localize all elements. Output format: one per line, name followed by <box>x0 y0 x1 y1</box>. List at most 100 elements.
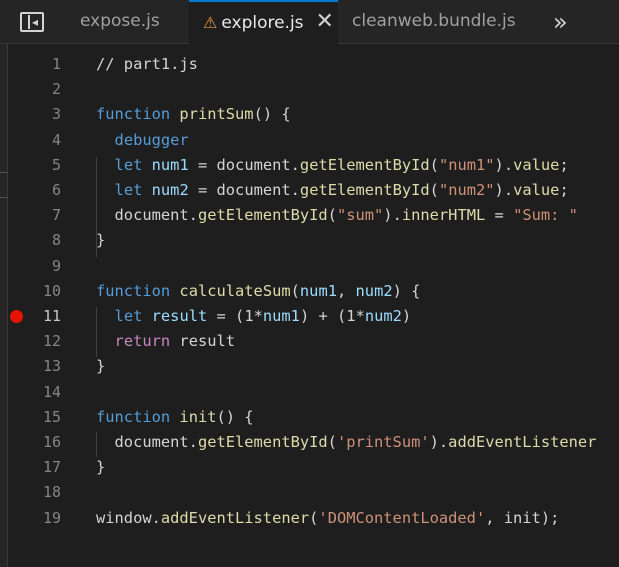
code-line: function init() { <box>96 405 254 430</box>
code-token: ) + (1* <box>299 307 365 325</box>
code-token: , <box>336 281 356 300</box>
line-number: 10 <box>42 281 61 300</box>
toggle-arrow: ◂ <box>32 15 39 29</box>
code-token: getElementById <box>197 433 328 451</box>
code-token: innerHTML <box>401 206 486 225</box>
tab-label: cleanweb.bundle.js <box>352 11 516 31</box>
code-token: function <box>96 407 171 426</box>
code-token: ( <box>327 433 337 451</box>
line-number: 14 <box>42 382 61 401</box>
code-token: ( <box>429 181 439 199</box>
code-line: function printSum() { <box>96 102 291 127</box>
tab-bar: ◂ expose.js ⚠ explore.js ✕ cleanweb.bundle… <box>0 0 619 44</box>
code-token: ; <box>559 181 569 199</box>
line-number: 2 <box>51 80 61 99</box>
code-token: ). <box>494 155 514 174</box>
tab-explore-js[interactable]: ⚠ explore.js ✕ <box>189 0 338 44</box>
tab-label: explore.js <box>221 13 304 33</box>
line-number: 4 <box>51 130 61 149</box>
code-token: ( <box>327 206 337 225</box>
line-number: 8 <box>51 231 61 250</box>
code-token: num1 <box>151 155 189 174</box>
line-number: 9 <box>51 256 61 275</box>
code-token: "num2" <box>438 181 495 199</box>
code-token: = <box>485 206 514 225</box>
code-token: 'printSum' <box>336 433 430 451</box>
code-token: ( <box>290 281 300 300</box>
code-token: function <box>96 105 171 124</box>
code-line: document.getElementById("sum").innerHTML… <box>96 203 578 228</box>
line-number-gutter[interactable]: 1 2 3 4 5 6 7 8 9 10 11 12 13 14 15 16 17 18 19 <box>8 44 86 567</box>
code-token: function <box>96 281 171 300</box>
code-line: document.getElementById('printSum').addE… <box>96 430 597 455</box>
code-line: debugger <box>96 128 189 153</box>
tab-label: expose.js <box>80 11 160 31</box>
code-token: result <box>151 307 208 325</box>
code-token: num2 <box>364 307 402 325</box>
code-token: () { <box>216 407 254 426</box>
code-token: "Sum: " <box>513 206 578 225</box>
code-line: let num2 = document.getElementById("num2… <box>96 178 569 203</box>
breakpoint-dot[interactable] <box>10 310 23 323</box>
line-number: 11 <box>42 307 61 325</box>
code-token: } <box>96 458 106 477</box>
close-icon[interactable]: ✕ <box>316 9 334 34</box>
code-token: "sum" <box>336 206 384 225</box>
code-token: 'DOMContentLoaded' <box>318 508 486 527</box>
code-line: function calculateSum(num1, num2) { <box>96 279 420 304</box>
code-token: getElementById <box>299 155 430 174</box>
code-token: printSum <box>179 105 254 124</box>
line-number: 5 <box>51 155 61 174</box>
code-token: addEventListener <box>160 508 310 527</box>
tab-expose-js[interactable]: expose.js <box>64 0 186 43</box>
code-line: } <box>96 455 105 480</box>
code-token: = (1* <box>207 307 263 325</box>
line-number: 6 <box>51 181 61 199</box>
code-token: num1 <box>299 281 337 300</box>
code-line: let num1 = document.getElementById("num1… <box>96 153 569 178</box>
code-token: } <box>96 357 106 376</box>
code-token: () { <box>253 105 291 124</box>
code-token: let <box>114 181 143 199</box>
code-token: ). <box>383 206 402 225</box>
line-number: 7 <box>51 206 61 225</box>
code-line: } <box>96 354 105 379</box>
code-line: return result <box>96 329 235 354</box>
code-token: num2 <box>355 281 393 300</box>
line-number: 19 <box>42 508 61 527</box>
code-token: addEventListener <box>448 433 597 451</box>
chevron-double-right-icon[interactable]: » <box>553 8 568 36</box>
toggle-bar <box>28 15 30 29</box>
panel-fragment: l <box>0 230 1 246</box>
code-line: } <box>96 228 105 253</box>
warning-triangle-icon: ⚠ <box>203 13 218 32</box>
panel-divider <box>0 197 7 198</box>
line-number: 18 <box>42 483 61 502</box>
code-token: let <box>114 155 143 174</box>
code-token: num2 <box>151 181 189 199</box>
code-token: ). <box>494 181 514 199</box>
code-token: let <box>114 307 143 325</box>
code-token: num1 <box>262 307 300 325</box>
code-token: ) <box>401 307 412 325</box>
sidebar-toggle-icon[interactable]: ◂ <box>20 12 44 32</box>
code-token: = document. <box>188 181 300 199</box>
line-number: 16 <box>42 433 61 451</box>
code-editor[interactable]: // part1.js function printSum() { debugge… <box>86 44 619 567</box>
code-token: , init); <box>485 508 560 527</box>
line-number: 1 <box>51 55 61 73</box>
code-token: "num1" <box>438 155 495 174</box>
tab-cleanweb-bundle-js[interactable]: cleanweb.bundle.js <box>338 0 528 43</box>
code-token: // part1.js <box>96 55 198 73</box>
code-token: = document. <box>188 155 300 174</box>
line-number: 12 <box>42 332 61 351</box>
code-token: result <box>170 332 236 351</box>
code-token: ). <box>429 433 449 451</box>
